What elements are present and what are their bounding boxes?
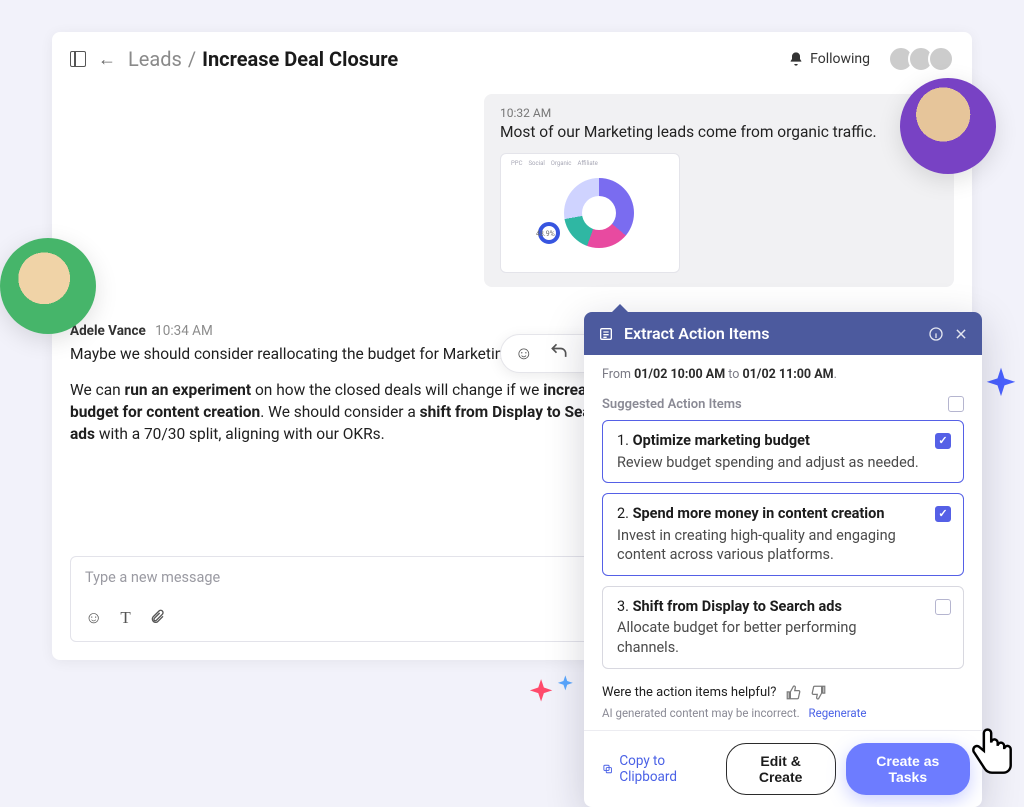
action-item-title: Optimize marketing budget <box>633 432 810 449</box>
copy-to-clipboard[interactable]: Copy to Clipboard <box>602 753 706 785</box>
cursor-hand-icon <box>966 724 1018 784</box>
time-range: From 01/02 10:00 AM to 01/02 11:00 AM. <box>602 367 964 382</box>
back-arrow-icon[interactable]: ← <box>98 49 116 70</box>
header-bar: ← Leads / Increase Deal Closure Followin… <box>52 32 972 86</box>
action-item-title: Spend more money in content creation <box>633 505 885 522</box>
incoming-message: 10:32 AM Most of our Marketing leads com… <box>484 94 954 287</box>
donut-label: 48.9% <box>536 230 555 238</box>
list-icon <box>598 326 614 342</box>
thumbs-up-icon[interactable] <box>786 685 801 700</box>
suggested-header: Suggested Action Items <box>602 396 964 412</box>
action-item-card[interactable]: 1. Optimize marketing budget Review budg… <box>602 420 964 483</box>
feedback-row: Were the action items helpful? <box>602 685 964 700</box>
action-item-checkbox[interactable] <box>935 433 951 449</box>
create-tasks-button[interactable]: Create as Tasks <box>846 743 970 795</box>
following-toggle[interactable]: Following <box>788 51 870 67</box>
copy-icon <box>602 762 613 776</box>
action-item-checkbox[interactable] <box>935 599 951 615</box>
action-item-checkbox[interactable] <box>935 506 951 522</box>
regenerate-link[interactable]: Regenerate <box>809 706 867 720</box>
emoji-icon[interactable]: ☺ <box>85 608 102 631</box>
chart-legend: PPCSocialOrganicAffiliate <box>511 160 598 167</box>
breadcrumb: Leads / Increase Deal Closure <box>128 47 398 71</box>
action-item-desc: Allocate budget for better performing ch… <box>617 618 919 657</box>
close-icon[interactable] <box>954 327 968 341</box>
thumbs-down-icon[interactable] <box>811 685 826 700</box>
reply-icon[interactable] <box>549 341 569 366</box>
bell-icon <box>788 51 804 67</box>
avatar-stack[interactable] <box>894 46 954 72</box>
emoji-react-icon[interactable]: ☺ <box>515 343 533 364</box>
format-text-icon[interactable]: T <box>120 608 130 631</box>
message-text: Most of our Marketing leads come from or… <box>500 122 938 143</box>
avatar-bubble <box>900 78 996 174</box>
donut-chart <box>564 178 634 248</box>
suggested-label: Suggested Action Items <box>602 397 742 412</box>
avatar <box>928 46 954 72</box>
edit-create-button[interactable]: Edit & Create <box>726 743 836 795</box>
breadcrumb-parent[interactable]: Leads <box>128 47 182 71</box>
action-item-title: Shift from Display to Search ads <box>633 598 842 615</box>
avatar-bubble <box>0 238 96 334</box>
sparkle-icon <box>982 366 1020 408</box>
following-label: Following <box>810 51 870 67</box>
message-time: 10:32 AM <box>500 106 938 120</box>
breadcrumb-current: Increase Deal Closure <box>202 47 398 71</box>
popover-header: Extract Action Items <box>584 312 982 355</box>
chart-attachment[interactable]: PPCSocialOrganicAffiliate 48.9% <box>500 153 680 273</box>
select-all-checkbox[interactable] <box>948 396 964 412</box>
action-item-card[interactable]: 3. Shift from Display to Search ads Allo… <box>602 586 964 669</box>
action-item-desc: Invest in creating high-quality and enga… <box>617 526 919 565</box>
message-author: Adele Vance <box>70 323 146 339</box>
breadcrumb-sep: / <box>188 47 196 71</box>
popover-footer: Copy to Clipboard Edit & Create Create a… <box>584 730 982 807</box>
feedback-question: Were the action items helpful? <box>602 685 776 700</box>
message-time: 10:34 AM <box>155 323 213 339</box>
action-item-desc: Review budget spending and adjust as nee… <box>617 453 919 473</box>
action-item-card[interactable]: 2. Spend more money in content creation … <box>602 493 964 576</box>
sparkle-icon <box>528 672 584 722</box>
panel-toggle-icon[interactable] <box>70 51 86 67</box>
ai-disclaimer: AI generated content may be incorrect. R… <box>602 706 964 720</box>
popover-title: Extract Action Items <box>624 324 770 343</box>
extract-action-items-popover: Extract Action Items From 01/02 10:00 AM… <box>584 312 982 807</box>
popover-body: From 01/02 10:00 AM to 01/02 11:00 AM. S… <box>584 355 982 730</box>
info-icon[interactable] <box>928 326 944 342</box>
attach-icon[interactable] <box>149 608 165 631</box>
